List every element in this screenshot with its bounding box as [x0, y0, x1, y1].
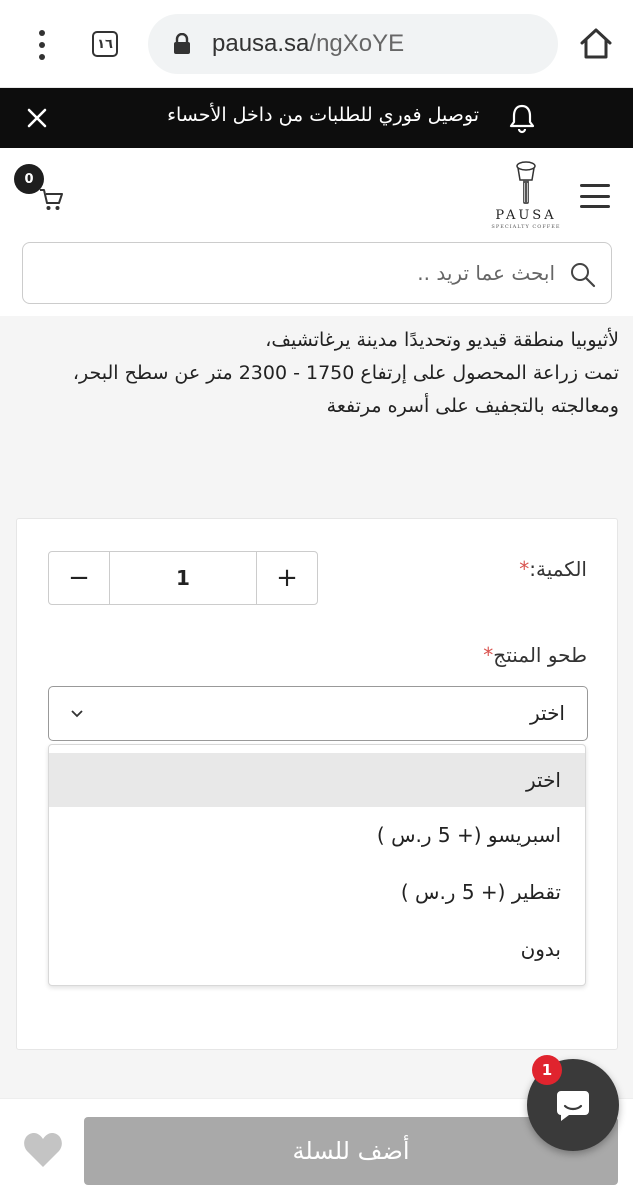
option-espresso[interactable]: اسبريسو (+ 5 ر.س ): [49, 807, 585, 864]
url-domain: pausa.sa: [212, 30, 310, 57]
clipped-text-line: [14, 316, 619, 324]
address-bar[interactable]: pausa.sa/ngXoYE: [148, 14, 558, 74]
chevron-down-icon: [71, 710, 83, 718]
heart-icon[interactable]: [22, 1131, 64, 1169]
grind-label: طحو المنتج*: [483, 643, 587, 667]
portafilter-logo-icon: [516, 161, 536, 204]
lock-icon: [174, 33, 190, 54]
quantity-value[interactable]: 1: [109, 552, 257, 604]
grind-select-value: اختر: [530, 701, 565, 725]
grind-select[interactable]: اختر: [48, 686, 588, 741]
search-box: [22, 242, 612, 304]
site-header: 0 PAUSA SPECIALTY COFFEE: [0, 148, 633, 240]
menu-icon[interactable]: [580, 184, 610, 208]
url-path: /ngXoYE: [309, 30, 405, 57]
cart-button[interactable]: 0: [14, 164, 68, 210]
option-none[interactable]: بدون: [49, 921, 585, 978]
browser-toolbar: ١٦ pausa.sa/ngXoYE: [0, 0, 633, 88]
required-mark: *: [519, 557, 530, 581]
search-input[interactable]: [55, 243, 555, 303]
search-icon[interactable]: [569, 261, 597, 289]
cart-count-badge: 0: [14, 164, 44, 194]
grind-options-list: اختر اسبريسو (+ 5 ر.س ) تقطير (+ 5 ر.س )…: [48, 744, 586, 986]
cart-icon: [40, 189, 63, 210]
quantity-label-text: الكمية:: [529, 557, 587, 581]
quantity-label: الكمية:*: [519, 557, 587, 581]
tab-switcher-button[interactable]: ١٦: [92, 31, 118, 57]
description-line: تمت زراعة المحصول على إرتفاع 1750 - 2300…: [72, 362, 619, 384]
description-line: لأثيوبيا منطقة قيديو وتحديدًا مدينة يرغا…: [265, 329, 619, 351]
home-icon[interactable]: [578, 26, 614, 62]
browser-menu-icon[interactable]: [30, 30, 54, 60]
grind-label-text: طحو المنتج: [493, 643, 587, 667]
chat-icon: [557, 1091, 589, 1121]
required-mark: *: [483, 643, 494, 667]
site-logo[interactable]: PAUSA SPECIALTY COFFEE: [488, 158, 564, 234]
chat-notification-badge: 1: [532, 1055, 562, 1085]
increase-button[interactable]: +: [257, 552, 317, 604]
quantity-stepper: − 1 +: [48, 551, 318, 605]
option-choose[interactable]: اختر: [49, 753, 585, 807]
decrease-button[interactable]: −: [49, 552, 109, 604]
description-line: ومعالجته بالتجفيف على أسره مرتفعة: [326, 395, 619, 417]
url-text: pausa.sa/ngXoYE: [212, 30, 404, 58]
option-drip[interactable]: تقطير (+ 5 ر.س ): [49, 864, 585, 921]
search-section: [0, 240, 633, 316]
logo-tagline: SPECIALTY COFFEE: [491, 224, 561, 230]
bell-icon: [509, 104, 535, 134]
announcement-bar: توصيل فوري للطلبات من داخل الأحساء: [0, 88, 633, 148]
logo-wordmark: PAUSA: [495, 208, 557, 223]
product-description: لأثيوبيا منطقة قيديو وتحديدًا مدينة يرغا…: [14, 316, 619, 423]
close-icon[interactable]: [24, 105, 50, 131]
announcement-text: توصيل فوري للطلبات من داخل الأحساء: [167, 104, 479, 126]
